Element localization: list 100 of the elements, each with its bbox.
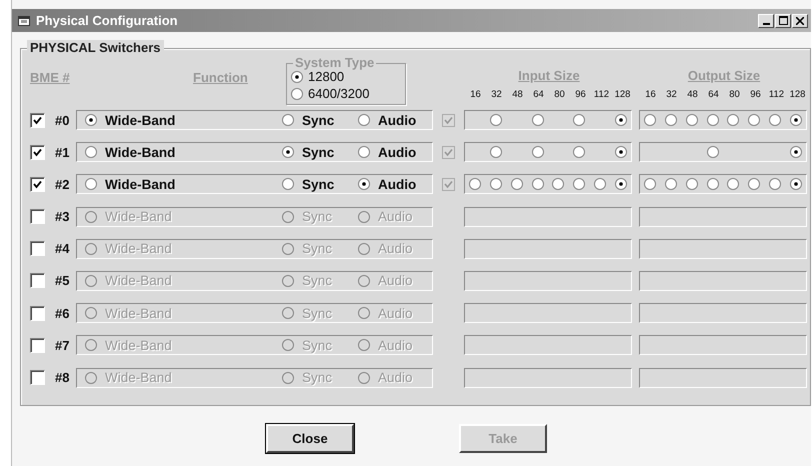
radio-button[interactable] bbox=[282, 339, 294, 352]
option-label: Wide-Band bbox=[105, 209, 172, 224]
option-label: Audio bbox=[378, 112, 416, 128]
size-label: 32 bbox=[490, 89, 503, 100]
radio-button[interactable] bbox=[644, 114, 656, 126]
radio-button[interactable] bbox=[358, 242, 370, 255]
size-label: 80 bbox=[728, 89, 741, 100]
radio-button[interactable] bbox=[85, 372, 97, 384]
option-label: Wide-Band bbox=[105, 338, 172, 353]
radio-button[interactable] bbox=[85, 146, 97, 158]
radio-button[interactable] bbox=[358, 210, 370, 223]
checkbox[interactable] bbox=[30, 176, 45, 192]
checkbox[interactable] bbox=[30, 209, 45, 224]
radio-button[interactable] bbox=[790, 178, 802, 190]
radio-button[interactable] bbox=[358, 339, 370, 352]
radio-button[interactable] bbox=[490, 146, 502, 158]
radio-button[interactable] bbox=[291, 70, 303, 82]
radio-button[interactable] bbox=[469, 178, 482, 190]
radio-button[interactable] bbox=[85, 114, 97, 126]
column-heading: BME # bbox=[30, 70, 71, 87]
radio-button[interactable] bbox=[282, 210, 294, 223]
checkbox[interactable] bbox=[30, 112, 45, 128]
radio-button[interactable] bbox=[686, 178, 698, 190]
option-label: Sync bbox=[302, 306, 332, 321]
radio-button[interactable] bbox=[665, 114, 678, 126]
option-label: Sync bbox=[302, 112, 334, 128]
radio-button[interactable] bbox=[706, 114, 719, 126]
radio-button[interactable] bbox=[790, 146, 802, 158]
radio-button[interactable] bbox=[768, 114, 781, 126]
radio-button[interactable] bbox=[490, 114, 502, 126]
size-label: 112 bbox=[768, 89, 786, 100]
radio-button[interactable] bbox=[358, 114, 370, 126]
radio-button[interactable] bbox=[85, 210, 97, 223]
radio-button[interactable] bbox=[358, 372, 370, 384]
checkbox[interactable] bbox=[30, 273, 45, 288]
option-label: Audio bbox=[378, 306, 413, 321]
radio-button[interactable] bbox=[85, 307, 97, 320]
radio-button[interactable] bbox=[85, 339, 97, 352]
radio-button[interactable] bbox=[614, 114, 627, 126]
checkbox[interactable] bbox=[30, 338, 45, 353]
radio-button[interactable] bbox=[532, 178, 544, 190]
radio-button[interactable] bbox=[358, 178, 370, 190]
close-icon bbox=[796, 16, 804, 24]
checkmark-icon bbox=[33, 116, 42, 124]
radio-button[interactable] bbox=[282, 146, 294, 158]
radio-button[interactable] bbox=[665, 178, 678, 190]
radio-button[interactable] bbox=[706, 146, 719, 158]
option-label: 6400/3200 bbox=[308, 86, 370, 101]
window-title: Physical Configuration bbox=[36, 13, 178, 28]
radio-button[interactable] bbox=[532, 146, 544, 158]
radio-button[interactable] bbox=[614, 146, 627, 158]
option-label: Sync bbox=[302, 370, 332, 385]
radio-button[interactable] bbox=[727, 178, 740, 190]
radio-button[interactable] bbox=[706, 178, 719, 190]
checkbox[interactable] bbox=[30, 144, 45, 160]
radio-button[interactable] bbox=[686, 114, 698, 126]
radio-button[interactable] bbox=[291, 88, 303, 100]
option-label: Wide-Band bbox=[105, 112, 176, 128]
checkbox[interactable] bbox=[30, 370, 45, 385]
size-label: 96 bbox=[749, 89, 762, 100]
dialog-button[interactable]: Close bbox=[266, 424, 354, 453]
option-label: Audio bbox=[378, 144, 416, 160]
system-type-title: System Type bbox=[293, 55, 376, 70]
radio-button[interactable] bbox=[614, 178, 627, 190]
radio-button[interactable] bbox=[85, 274, 97, 287]
checkbox[interactable] bbox=[30, 306, 45, 321]
radio-button[interactable] bbox=[510, 178, 523, 190]
switcher-number: #7 bbox=[55, 338, 70, 353]
minimize-button[interactable] bbox=[758, 14, 774, 28]
close-button[interactable] bbox=[792, 14, 808, 28]
checkbox[interactable] bbox=[30, 241, 45, 256]
column-heading: Function bbox=[193, 70, 249, 87]
radio-button[interactable] bbox=[768, 178, 781, 190]
radio-button[interactable] bbox=[282, 242, 294, 255]
radio-button[interactable] bbox=[85, 178, 97, 190]
maximize-icon bbox=[778, 16, 788, 25]
option-label: 12800 bbox=[308, 69, 344, 84]
radio-button[interactable] bbox=[358, 307, 370, 320]
radio-button[interactable] bbox=[85, 242, 97, 255]
radio-button[interactable] bbox=[490, 178, 502, 190]
switcher-number: #8 bbox=[55, 370, 70, 385]
maximize-button[interactable] bbox=[775, 14, 791, 28]
radio-button[interactable] bbox=[282, 178, 294, 190]
radio-button[interactable] bbox=[358, 274, 370, 287]
radio-button[interactable] bbox=[790, 114, 802, 126]
radio-button[interactable] bbox=[532, 114, 544, 126]
radio-button[interactable] bbox=[358, 146, 370, 158]
radio-button[interactable] bbox=[644, 178, 656, 190]
radio-button[interactable] bbox=[748, 114, 760, 126]
radio-button[interactable] bbox=[282, 372, 294, 384]
radio-button[interactable] bbox=[573, 178, 586, 190]
radio-button[interactable] bbox=[573, 114, 586, 126]
radio-button[interactable] bbox=[748, 178, 760, 190]
radio-button[interactable] bbox=[594, 178, 606, 190]
radio-button[interactable] bbox=[282, 274, 294, 287]
radio-button[interactable] bbox=[552, 178, 564, 190]
radio-button[interactable] bbox=[282, 114, 294, 126]
radio-button[interactable] bbox=[727, 114, 740, 126]
radio-button[interactable] bbox=[573, 146, 586, 158]
radio-button[interactable] bbox=[282, 307, 294, 320]
